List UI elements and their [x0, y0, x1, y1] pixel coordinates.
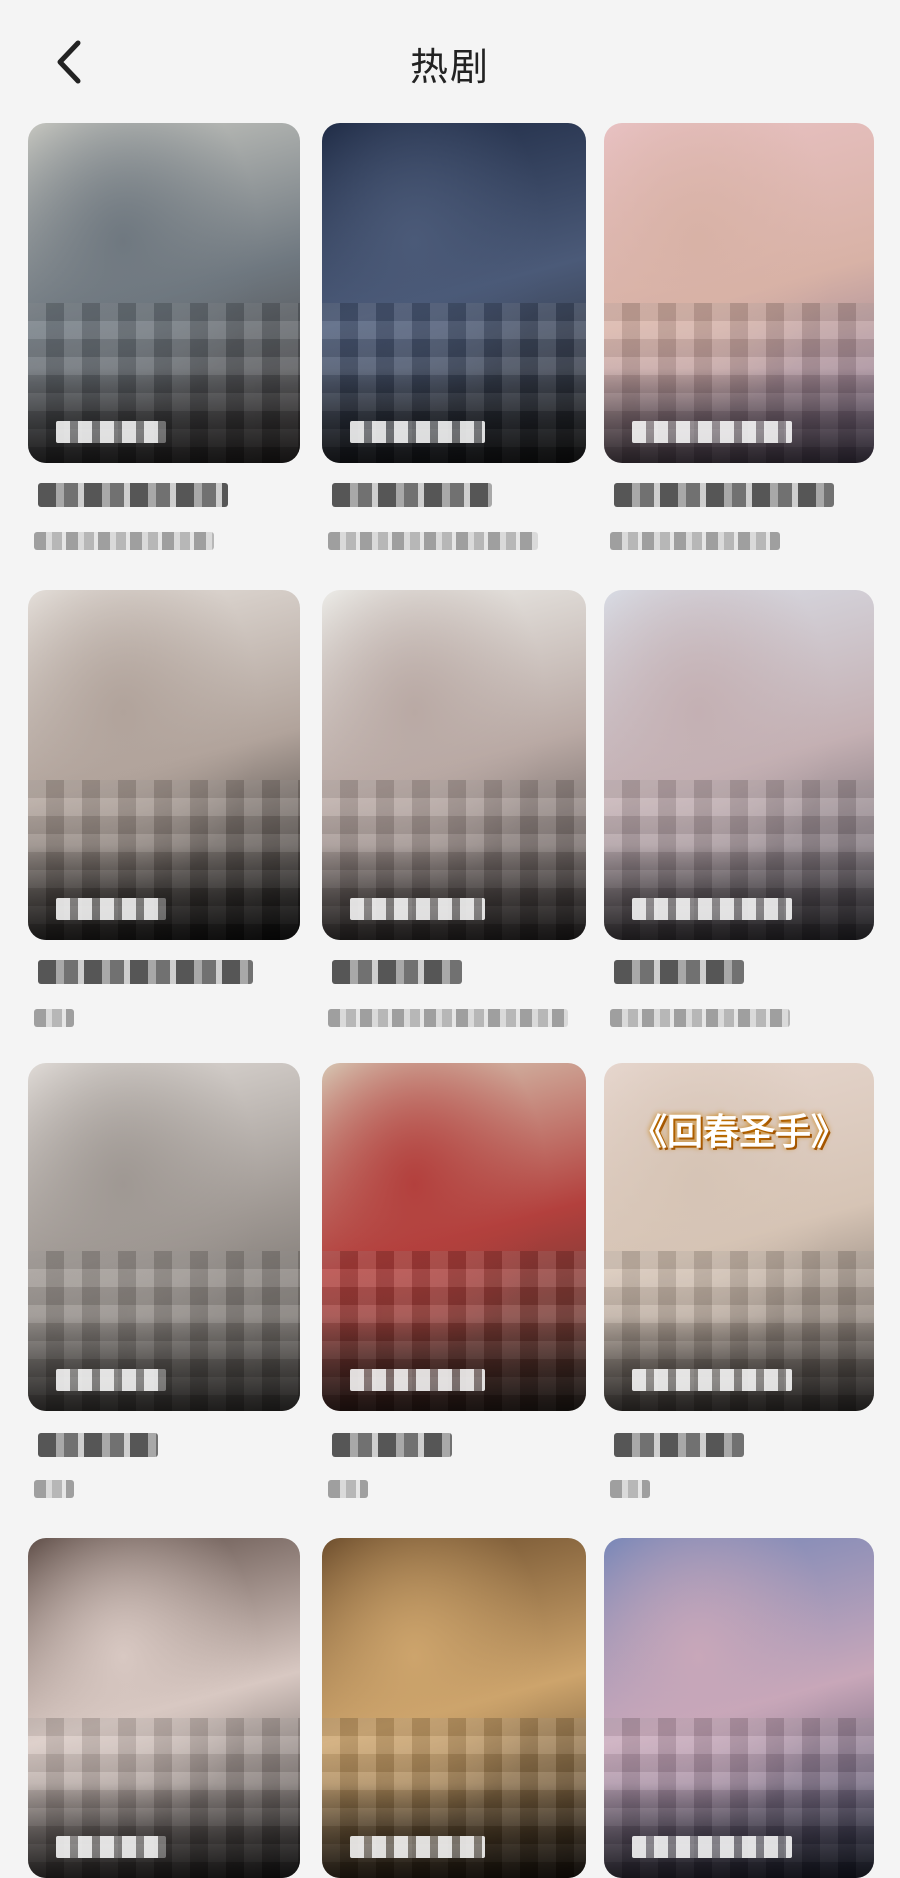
- cover-episode-tag: [350, 421, 485, 443]
- drama-cover[interactable]: [322, 123, 586, 463]
- drama-subtitle-redacted: [34, 1480, 74, 1498]
- cover-gradient: [28, 1783, 300, 1878]
- drama-cover[interactable]: [322, 1538, 586, 1878]
- cover-title-art: 《回春圣手》: [630, 1111, 847, 1153]
- cover-gradient: [322, 368, 586, 463]
- cover-gradient: [322, 1783, 586, 1878]
- cover-gradient: [28, 1316, 300, 1411]
- drama-cover[interactable]: [28, 1538, 300, 1878]
- drama-title-redacted: [614, 483, 834, 507]
- drama-cover[interactable]: [28, 123, 300, 463]
- cover-episode-tag: [56, 1369, 166, 1391]
- page-title: 热剧: [409, 45, 490, 89]
- drama-cover[interactable]: 《回春圣手》: [604, 1063, 874, 1411]
- cover-episode-tag: [632, 421, 792, 443]
- drama-subtitle-redacted: [610, 1480, 650, 1498]
- drama-cover[interactable]: [604, 123, 874, 463]
- drama-subtitle-redacted: [610, 1009, 790, 1027]
- drama-cover[interactable]: [322, 590, 586, 940]
- drama-title-redacted: [332, 960, 462, 984]
- drama-cover[interactable]: [28, 590, 300, 940]
- cover-gradient: [604, 1783, 874, 1878]
- drama-title-redacted: [614, 1433, 744, 1457]
- drama-subtitle-redacted: [328, 1009, 568, 1027]
- drama-subtitle-redacted: [328, 532, 538, 550]
- drama-subtitle-redacted: [34, 532, 214, 550]
- drama-subtitle-redacted: [610, 532, 780, 550]
- cover-gradient: [604, 368, 874, 463]
- cover-gradient: [322, 1316, 586, 1411]
- drama-title-redacted: [38, 483, 228, 507]
- cover-episode-tag: [350, 1369, 485, 1391]
- drama-cover[interactable]: [322, 1063, 586, 1411]
- drama-cover[interactable]: [604, 1538, 874, 1878]
- cover-episode-tag: [350, 898, 485, 920]
- cover-gradient: [28, 845, 300, 940]
- cover-gradient: [604, 845, 874, 940]
- drama-title-redacted: [332, 483, 492, 507]
- header-bar: 热剧: [0, 0, 900, 120]
- cover-episode-tag: [632, 898, 792, 920]
- drama-title-redacted: [332, 1433, 452, 1457]
- drama-subtitle-redacted: [328, 1480, 368, 1498]
- drama-title-redacted: [614, 960, 744, 984]
- drama-cover[interactable]: [604, 590, 874, 940]
- cover-gradient: [28, 368, 300, 463]
- drama-cover[interactable]: [28, 1063, 300, 1411]
- drama-title-redacted: [38, 1433, 158, 1457]
- cover-gradient: [604, 1316, 874, 1411]
- cover-gradient: [322, 845, 586, 940]
- drama-title-redacted: [38, 960, 253, 984]
- drama-subtitle-redacted: [34, 1009, 74, 1027]
- cover-episode-tag: [56, 421, 166, 443]
- cover-episode-tag: [632, 1369, 792, 1391]
- cover-episode-tag: [56, 898, 166, 920]
